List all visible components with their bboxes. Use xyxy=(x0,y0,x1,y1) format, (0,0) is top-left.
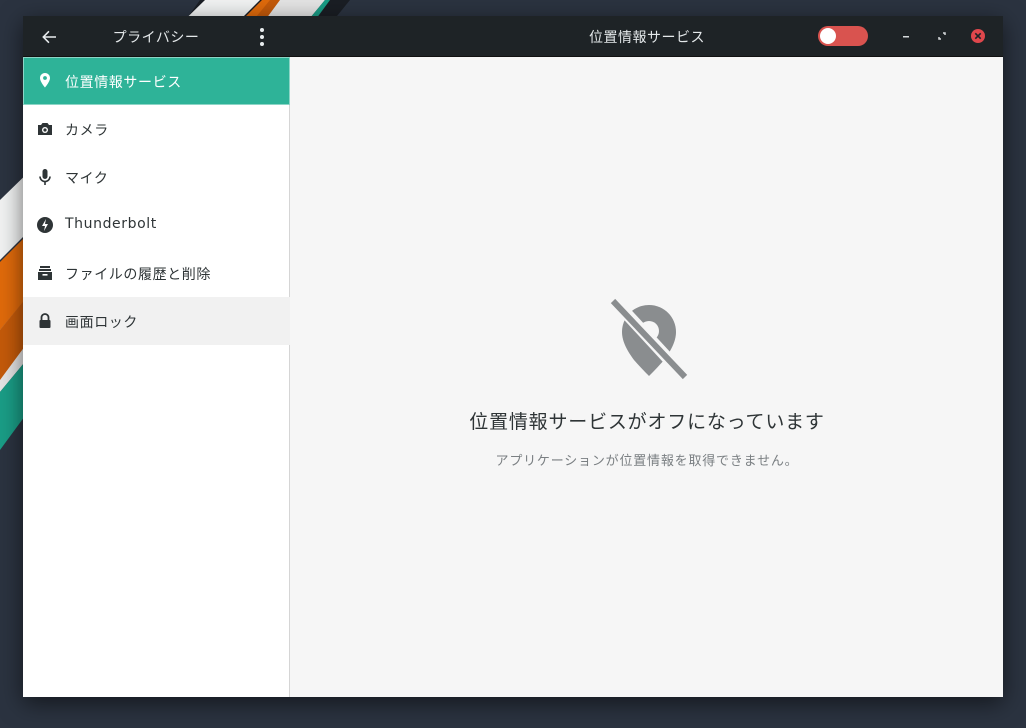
sidebar-item-label: 位置情報サービス xyxy=(65,75,182,91)
file-archive-icon xyxy=(38,266,52,280)
toggle-knob xyxy=(820,28,836,44)
header-bar: プライバシー 位置情報サービス xyxy=(23,16,1003,57)
location-service-toggle[interactable] xyxy=(818,26,868,46)
sidebar-item-file-history[interactable]: ファイルの履歴と削除 xyxy=(23,249,290,297)
minimize-button[interactable] xyxy=(896,26,916,46)
empty-state-subtitle: アプリケーションが位置情報を取得できません。 xyxy=(495,454,799,469)
sidebar-item-microphone[interactable]: マイク xyxy=(23,153,290,201)
close-icon xyxy=(971,29,985,43)
maximize-button[interactable] xyxy=(932,26,952,46)
location-pin-icon xyxy=(40,73,50,88)
empty-state-title: 位置情報サービスがオフになっています xyxy=(469,411,825,433)
thunderbolt-icon xyxy=(37,217,53,233)
sidebar-item-label: Thunderbolt xyxy=(65,216,157,232)
maximize-icon xyxy=(938,32,946,40)
vertical-dots-icon xyxy=(260,28,264,46)
minimize-icon xyxy=(903,36,909,38)
sidebar-item-camera[interactable]: カメラ xyxy=(23,105,290,153)
lock-icon xyxy=(39,313,51,328)
sidebar-item-screen-lock[interactable]: 画面ロック xyxy=(23,297,290,345)
sidebar: 位置情報サービス カメラ マイク Thunderbolt ファイルの履歴と削除 … xyxy=(23,57,290,697)
sidebar-item-location[interactable]: 位置情報サービス xyxy=(23,57,290,105)
sidebar-title: プライバシー xyxy=(112,30,200,46)
arrow-left-icon xyxy=(42,30,56,44)
sidebar-item-label: マイク xyxy=(65,171,109,187)
sidebar-item-label: ファイルの履歴と削除 xyxy=(65,267,211,283)
microphone-icon xyxy=(39,169,51,185)
main-content: 位置情報サービスがオフになっています アプリケーションが位置情報を取得できません… xyxy=(291,57,1003,697)
menu-button[interactable] xyxy=(254,25,270,49)
camera-icon xyxy=(38,123,52,135)
sidebar-item-label: カメラ xyxy=(65,123,109,139)
privacy-settings-window: プライバシー 位置情報サービス 位置情報サービス カメラ マイク Thunder… xyxy=(23,16,1003,697)
page-title: 位置情報サービス xyxy=(589,30,705,46)
location-disabled-icon xyxy=(608,294,690,382)
sidebar-item-label: 画面ロック xyxy=(65,315,138,331)
back-button[interactable] xyxy=(37,25,61,49)
sidebar-item-thunderbolt[interactable]: Thunderbolt xyxy=(23,201,290,249)
close-button[interactable] xyxy=(968,26,988,46)
